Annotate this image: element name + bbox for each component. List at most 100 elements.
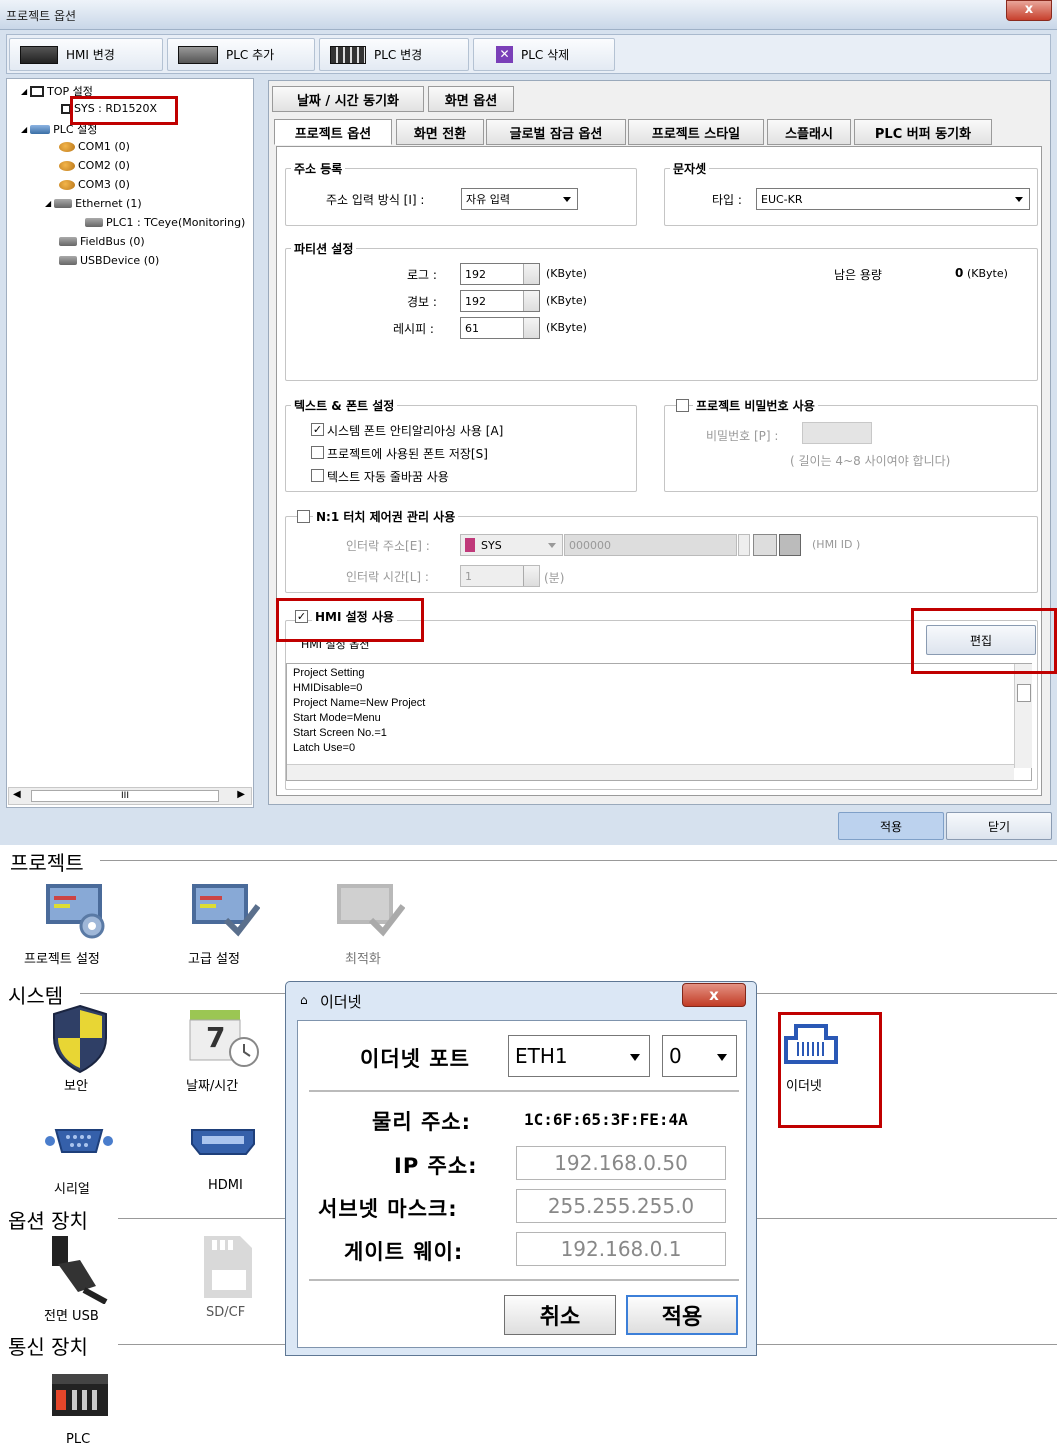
- save-font-checkbox[interactable]: [311, 446, 324, 459]
- text-vertical-scrollbar[interactable]: [1014, 664, 1032, 768]
- interlock-time-spinner[interactable]: 1: [460, 565, 540, 587]
- tab-global-lock[interactable]: 글로벌 잠금 옵션: [486, 119, 626, 145]
- address-mode-select[interactable]: 자유 입력: [461, 188, 578, 210]
- device-icon: [465, 538, 475, 552]
- plc-delete-button[interactable]: ✕ PLC 삭제: [473, 38, 615, 71]
- mac-address-label: 물리 주소:: [372, 1110, 471, 1134]
- hmi-change-button[interactable]: HMI 변경: [9, 38, 163, 71]
- monitor-icon: [30, 85, 45, 97]
- interlock-time-value: 1: [465, 569, 472, 583]
- partition-group-title: 파티션 설정: [291, 240, 357, 257]
- spin-arrows-icon[interactable]: [523, 566, 539, 586]
- hmi-settings-checkbox[interactable]: ✓: [295, 610, 308, 623]
- log-unit: (KByte): [546, 267, 587, 280]
- tree-label-fieldbus: FieldBus (0): [80, 235, 145, 248]
- tree-item-com1[interactable]: COM1 (0): [59, 140, 130, 153]
- tab-splash[interactable]: 스플래시: [767, 119, 851, 145]
- tree-item-plc1[interactable]: PLC1 : TCeye(Monitoring): [85, 216, 245, 229]
- dialog-close-button[interactable]: x: [682, 983, 746, 1007]
- alarm-unit: (KByte): [546, 294, 587, 307]
- plc-add-button[interactable]: PLC 추가: [167, 38, 315, 71]
- tab-datetime-sync[interactable]: 날짜 / 시간 동기화: [272, 86, 424, 112]
- interlock-device-select[interactable]: SYS: [460, 534, 563, 556]
- hmi-line: Start Screen No.=1: [293, 727, 387, 739]
- optimize-button[interactable]: [335, 880, 406, 940]
- spin-arrows-icon[interactable]: [738, 534, 750, 556]
- spin-arrows-icon[interactable]: [523, 264, 539, 284]
- tree-item-ethernet[interactable]: ◢ Ethernet (1): [45, 197, 142, 210]
- ethernet-menu-button[interactable]: [782, 1020, 840, 1066]
- tree-item-usbdevice[interactable]: USBDevice (0): [59, 254, 159, 267]
- scroll-thumb[interactable]: III: [31, 790, 219, 802]
- scroll-right-icon[interactable]: ▶: [237, 789, 245, 800]
- datetime-button[interactable]: 7: [188, 1006, 262, 1072]
- serial-button[interactable]: [44, 1124, 114, 1158]
- tab-plc-buffer-sync[interactable]: PLC 버퍼 동기화: [854, 119, 992, 145]
- ip-address-input[interactable]: 192.168.0.50: [516, 1146, 726, 1180]
- tab-screen-transition[interactable]: 화면 전환: [396, 119, 484, 145]
- edit-button[interactable]: 편집: [926, 625, 1036, 655]
- tree-item-fieldbus[interactable]: FieldBus (0): [59, 235, 145, 248]
- scroll-left-icon[interactable]: ◀: [13, 789, 21, 800]
- section-project: 프로젝트: [10, 851, 84, 875]
- address-picker-icon[interactable]: [753, 534, 777, 556]
- plc-device-icon: [52, 1374, 108, 1416]
- tree-label-plc: PLC 설정: [53, 123, 98, 136]
- hdmi-port-icon: [191, 1129, 255, 1155]
- tab-screen-options[interactable]: 화면 옵션: [428, 86, 514, 112]
- sdcf-button[interactable]: [196, 1234, 256, 1300]
- keypad-icon[interactable]: [779, 534, 801, 556]
- close-window-button[interactable]: x: [1006, 0, 1052, 21]
- chevron-down-icon: [548, 543, 556, 548]
- apply-button[interactable]: 적용: [838, 812, 944, 840]
- tree-label-com3: COM3 (0): [78, 178, 130, 191]
- hmi-settings-title: HMI 설정 사용: [312, 608, 397, 625]
- ethernet-index-select[interactable]: 0: [662, 1035, 737, 1077]
- plc-change-button[interactable]: PLC 변경: [319, 38, 469, 71]
- subnet-mask-input[interactable]: 255.255.255.0: [516, 1189, 726, 1223]
- tab-project-options[interactable]: 프로젝트 옵션: [274, 119, 392, 145]
- hmi-id-label: (HMI ID ): [812, 538, 861, 551]
- security-button[interactable]: [50, 1004, 110, 1074]
- spin-arrows-icon[interactable]: [523, 318, 539, 338]
- project-setting-button[interactable]: [44, 880, 108, 940]
- ethernet-index-value: 0: [669, 1044, 682, 1068]
- antialias-checkbox[interactable]: ✓: [311, 423, 324, 436]
- password-input[interactable]: [802, 422, 872, 444]
- tab-project-style[interactable]: 프로젝트 스타일: [628, 119, 764, 145]
- charset-select[interactable]: EUC-KR: [756, 188, 1030, 210]
- plc-add-icon: [178, 45, 218, 64]
- remaining-capacity-value: 0: [955, 266, 964, 280]
- plc-button[interactable]: [50, 1372, 110, 1418]
- recipe-spinner[interactable]: 61: [460, 317, 540, 339]
- close-button[interactable]: 닫기: [946, 812, 1052, 840]
- tree-label-sys: SYS : RD1520X: [74, 102, 158, 115]
- password-checkbox[interactable]: [676, 399, 689, 412]
- tree-horizontal-scrollbar[interactable]: ◀ III ▶: [8, 787, 252, 805]
- front-usb-button[interactable]: [44, 1234, 114, 1305]
- toolbar: HMI 변경 PLC 추가 PLC 변경 ✕ PLC 삭제: [6, 34, 1051, 74]
- ethernet-port-select[interactable]: ETH1: [508, 1035, 650, 1077]
- touch-control-checkbox[interactable]: [297, 510, 310, 523]
- tree-item-top[interactable]: ◢ TOP 설정: [21, 83, 93, 99]
- cancel-button[interactable]: 취소: [504, 1295, 616, 1335]
- advanced-setting-button[interactable]: [190, 880, 261, 940]
- hdmi-button[interactable]: [188, 1124, 258, 1158]
- dialog-apply-button[interactable]: 적용: [626, 1295, 738, 1335]
- tree-item-plc[interactable]: ◢ PLC 설정: [21, 121, 97, 137]
- interlock-address-input[interactable]: 000000: [564, 534, 737, 556]
- log-spinner[interactable]: 192: [460, 263, 540, 285]
- remaining-capacity-unit: (KByte): [967, 267, 1008, 280]
- tree-item-com3[interactable]: COM3 (0): [59, 178, 130, 191]
- alarm-spinner[interactable]: 192: [460, 290, 540, 312]
- tree-item-sys[interactable]: SYS : RD1520X: [61, 102, 157, 115]
- scroll-thumb[interactable]: [1017, 684, 1031, 702]
- hmi-line: Project Name=New Project: [293, 697, 426, 709]
- optimize-label: 최적화: [345, 952, 381, 967]
- gateway-input[interactable]: 192.168.0.1: [516, 1232, 726, 1266]
- tree-item-com2[interactable]: COM2 (0): [59, 159, 130, 172]
- word-wrap-checkbox[interactable]: [311, 469, 324, 482]
- spin-arrows-icon[interactable]: [523, 291, 539, 311]
- hmi-line: Latch Use=0: [293, 742, 356, 754]
- text-horizontal-scrollbar[interactable]: [287, 764, 1014, 780]
